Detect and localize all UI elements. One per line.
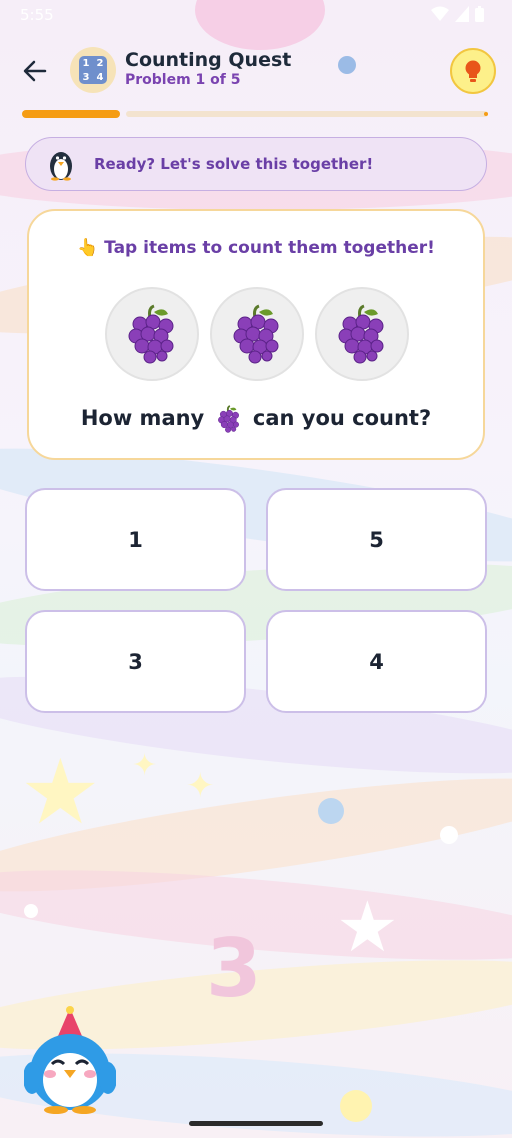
page-title: Counting Quest: [125, 49, 292, 71]
grapes-icon: [338, 304, 384, 364]
signal-icon: [455, 6, 469, 22]
answer-button[interactable]: 1: [25, 488, 246, 591]
progress-end-dot: [484, 112, 488, 116]
problem-counter: Problem 1 of 5: [125, 72, 241, 88]
grapes-icon: [217, 405, 239, 433]
grapes-icon: [233, 304, 279, 364]
hint-button[interactable]: [450, 48, 496, 94]
progress-fill: [22, 110, 120, 118]
grapes-item[interactable]: [315, 287, 409, 381]
question-prefix: How many: [80, 406, 205, 430]
grapes-item[interactable]: [210, 287, 304, 381]
status-icons: [431, 6, 484, 22]
grapes-item[interactable]: [105, 287, 199, 381]
status-bar: 5:55: [0, 0, 512, 32]
gesture-nav-bar[interactable]: [189, 1121, 323, 1126]
app-header: 12 34 Counting Quest Problem 1 of 5: [0, 44, 512, 96]
question-suffix: can you count?: [252, 406, 432, 430]
penguin-icon: [50, 152, 72, 181]
answer-button[interactable]: 5: [266, 488, 487, 591]
quest-icon: 12 34: [70, 47, 116, 93]
instruction-text: 👆 Tap items to count them together!: [77, 238, 435, 258]
wifi-icon: [431, 6, 449, 21]
lightbulb-icon: [465, 60, 481, 82]
battery-icon: [475, 6, 484, 22]
answer-button[interactable]: 4: [266, 610, 487, 713]
banner-text: Ready? Let's solve this together!: [94, 155, 374, 173]
progress-track: [126, 111, 488, 117]
status-time: 5:55: [20, 6, 54, 24]
encouragement-banner: Ready? Let's solve this together!: [25, 137, 487, 191]
back-arrow-icon[interactable]: [20, 56, 50, 86]
penguin-mascot-icon[interactable]: [24, 1006, 116, 1116]
grapes-icon: [128, 304, 174, 364]
question-text: How many can you count?: [29, 405, 483, 433]
question-card: 👆 Tap items to count them together! How …: [27, 209, 485, 460]
countable-items: [105, 287, 409, 381]
progress-bar: [22, 110, 488, 118]
answer-grid: 1 5 3 4: [25, 488, 487, 714]
answer-button[interactable]: 3: [25, 610, 246, 713]
